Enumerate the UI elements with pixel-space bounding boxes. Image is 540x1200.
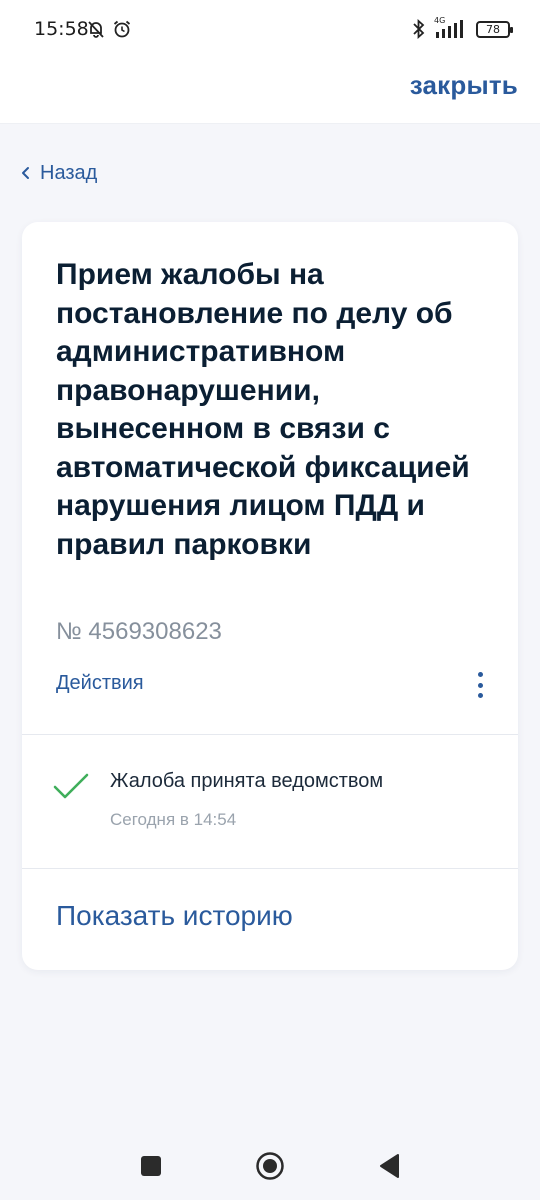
back-button[interactable]: Назад (20, 158, 97, 188)
chevron-left-icon (22, 167, 29, 179)
show-history-button[interactable]: Показать историю (56, 900, 293, 932)
recent-apps-button[interactable] (141, 1156, 161, 1176)
actions-row: Действия (56, 668, 486, 702)
check-icon (53, 773, 89, 799)
battery-level: 78 (486, 22, 500, 36)
status-text: Жалоба принята ведомством (110, 770, 384, 792)
divider (22, 734, 518, 735)
screen: 15:58 4G 78 закрыть Назад Прием жалобы н… (0, 0, 540, 1200)
home-button[interactable] (255, 1151, 285, 1181)
actions-button[interactable]: Действия (56, 672, 144, 695)
system-navigation-bar (0, 1130, 540, 1200)
system-back-button[interactable] (378, 1153, 400, 1179)
more-options-icon[interactable] (470, 670, 490, 700)
status-item: Жалоба принята ведомством Сегодня в 14:5… (52, 770, 492, 840)
application-number: № 4569308623 (56, 618, 222, 645)
close-button[interactable]: закрыть (410, 70, 518, 101)
status-bar: 15:58 4G 78 (0, 0, 540, 58)
divider (22, 868, 518, 869)
header: закрыть (0, 58, 540, 124)
status-time: 15:58 (34, 18, 89, 40)
bluetooth-icon (413, 19, 425, 39)
status-icons-right: 4G 78 (412, 16, 513, 41)
card-title: Прием жалобы на постановление по делу об… (56, 258, 470, 561)
back-label: Назад (40, 161, 98, 184)
alarm-icon (113, 20, 131, 38)
muted-bell-icon (88, 21, 104, 38)
signal-icon: 4G (434, 16, 468, 40)
status-icons-left (86, 18, 132, 40)
application-card: Прием жалобы на постановление по делу об… (22, 222, 518, 970)
status-timestamp: Сегодня в 14:54 (110, 810, 237, 829)
battery-icon: 78 (476, 20, 513, 38)
